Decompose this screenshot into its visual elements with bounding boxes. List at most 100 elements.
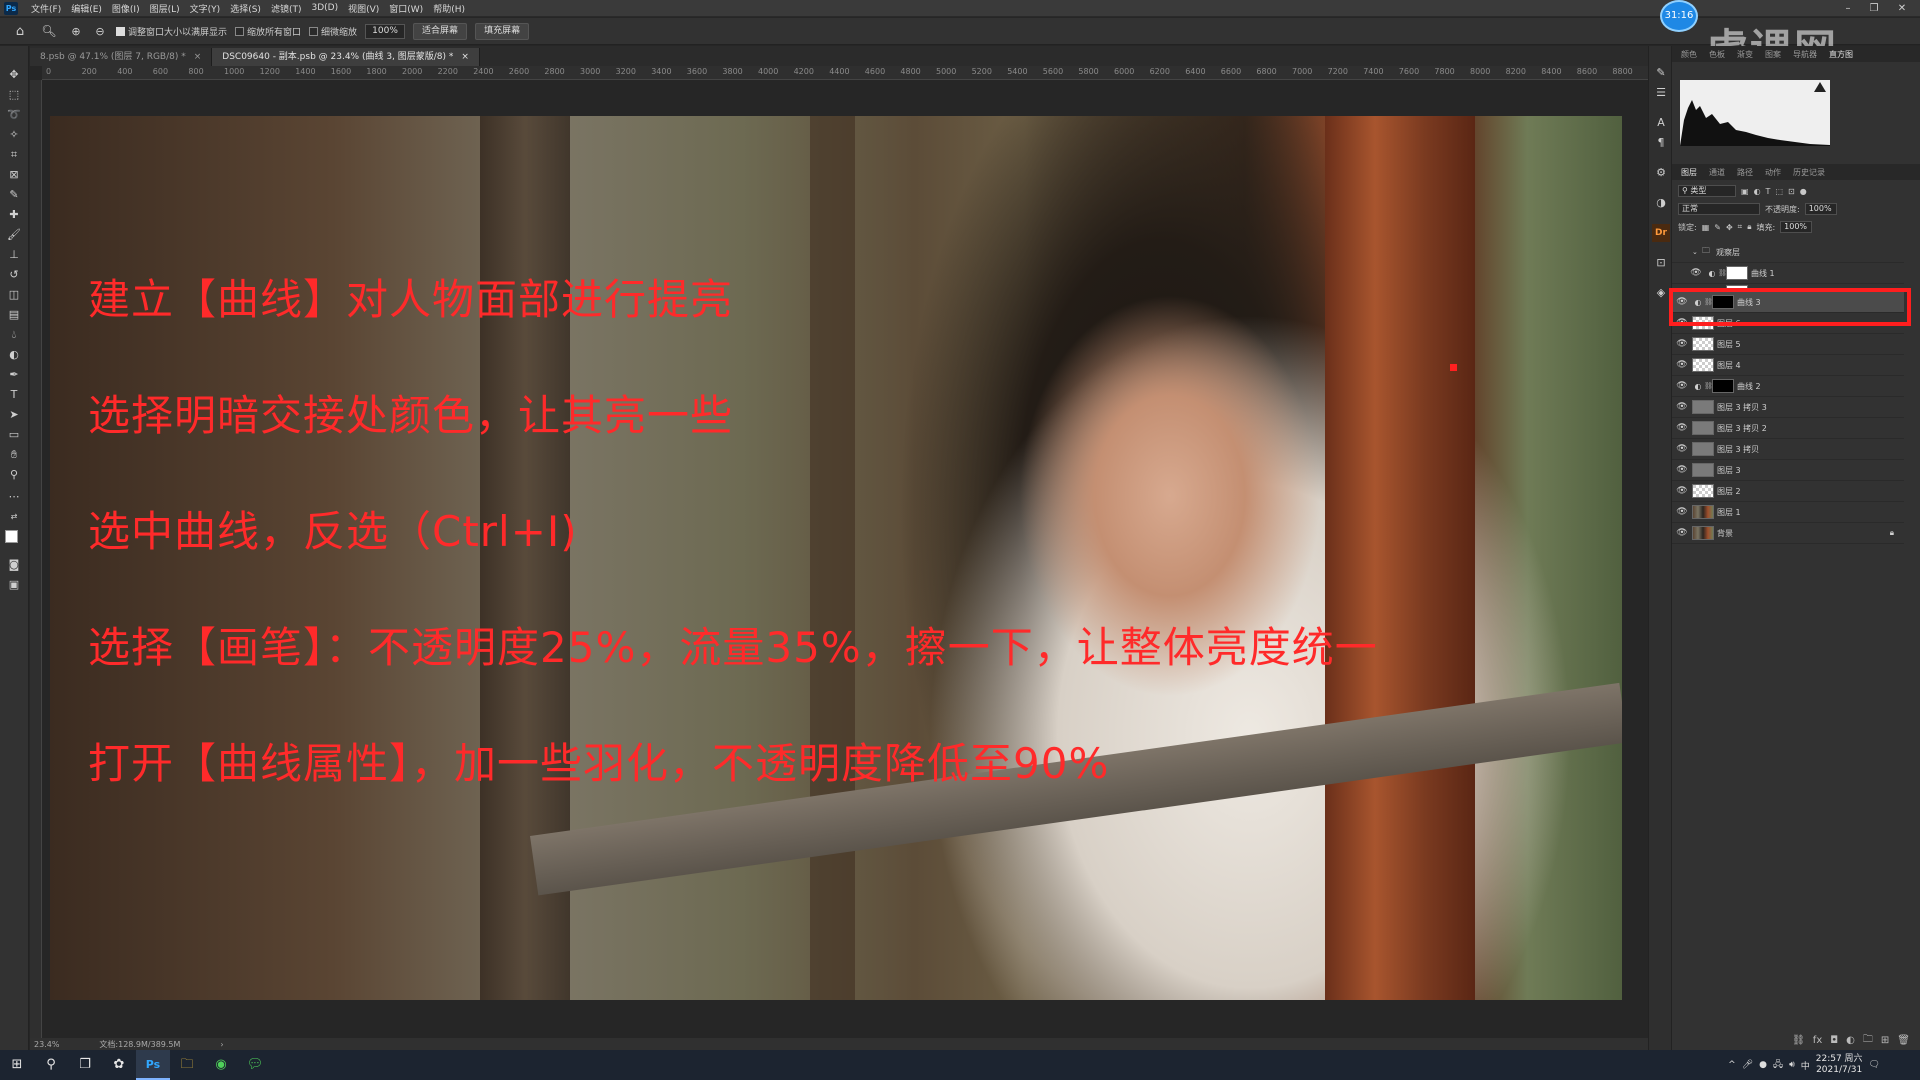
eye-icon[interactable]: 👁︎ — [1672, 507, 1692, 517]
blur-tool-icon[interactable]: 💧︎ — [4, 326, 24, 344]
close-icon[interactable]: × — [461, 48, 469, 66]
gradient-tool-icon[interactable]: ▤ — [4, 306, 24, 324]
doc-tab-1[interactable]: 8.psb @ 47.1% (图层 7, RGB/8) * × — [30, 48, 213, 66]
resize-windows-checkbox[interactable]: 调整窗口大小以满屏显示 — [116, 25, 227, 38]
close-button[interactable]: ✕ — [1890, 0, 1914, 17]
menu-layer[interactable]: 图层(L) — [145, 2, 185, 15]
layer-row[interactable]: 👁︎ 图层 1 — [1672, 502, 1904, 523]
layer-row[interactable]: 👁︎ 图层 3 拷贝 — [1672, 439, 1904, 460]
history-brush-icon[interactable]: ↺ — [4, 266, 24, 284]
layer-row[interactable]: 👁︎ 图层 3 拷贝 2 — [1672, 418, 1904, 439]
dodge-tool-icon[interactable]: ◐ — [4, 346, 24, 364]
windows-start-icon[interactable]: ⊞ — [0, 1050, 34, 1080]
screen-mode-icon[interactable]: ▣ — [4, 576, 24, 594]
lock-all-icon[interactable]: 🔒︎ — [1747, 222, 1751, 232]
filter-type-icon[interactable]: T — [1766, 187, 1771, 196]
more-tools-icon[interactable]: ⋯ — [4, 488, 24, 506]
tab-navigator[interactable]: 导航器 — [1788, 49, 1822, 60]
lock-transparent-icon[interactable]: ▦ — [1702, 223, 1710, 232]
menu-view[interactable]: 视图(V) — [343, 2, 384, 15]
eye-icon[interactable]: 👁︎ — [1672, 423, 1692, 433]
link-layers-icon[interactable]: ⛓ — [1792, 1035, 1805, 1046]
new-adjustment-icon[interactable]: ◐ — [1846, 1035, 1855, 1046]
layer-row[interactable]: 👁︎ ◐ ⛓ 曲线 1 — [1672, 263, 1904, 284]
eye-icon[interactable]: 👁︎ — [1672, 360, 1692, 370]
menu-select[interactable]: 选择(S) — [225, 2, 266, 15]
filter-adjustment-icon[interactable]: ◐ — [1754, 187, 1761, 196]
restore-button[interactable]: ❐ — [1862, 0, 1886, 17]
microphone-icon[interactable]: 🎤︎ — [1742, 1060, 1753, 1070]
type-tool-icon[interactable]: T — [4, 386, 24, 404]
healing-brush-icon[interactable]: ✚ — [4, 206, 24, 224]
tab-channels[interactable]: 通道 — [1704, 167, 1730, 178]
file-explorer-icon[interactable]: 🗀 — [170, 1050, 204, 1080]
layer-row[interactable]: 👁︎ 图层 5 — [1672, 334, 1904, 355]
new-layer-icon[interactable]: ⊞ — [1881, 1035, 1889, 1046]
zoom-all-windows-checkbox[interactable]: 缩放所有窗口 — [235, 25, 301, 38]
path-select-icon[interactable]: ➤ — [4, 406, 24, 424]
adjustments-icon[interactable]: ☰ — [1652, 84, 1670, 102]
tab-history[interactable]: 历史记录 — [1788, 167, 1830, 178]
tray-app-icon[interactable]: ● — [1759, 1060, 1767, 1070]
fill-screen-button[interactable]: 填充屏幕 — [475, 22, 530, 40]
lock-pixels-icon[interactable]: ✎ — [1714, 223, 1721, 232]
eye-icon[interactable]: 👁︎ — [1672, 465, 1692, 475]
menu-window[interactable]: 窗口(W) — [384, 2, 428, 15]
delete-layer-icon[interactable]: 🗑︎ — [1897, 1035, 1910, 1046]
character-icon[interactable]: A — [1652, 114, 1670, 132]
notification-icon[interactable]: 🗨︎ — [1869, 1060, 1880, 1070]
magic-wand-icon[interactable]: ✧ — [4, 126, 24, 144]
pen-tool-icon[interactable]: ✒ — [4, 366, 24, 384]
tab-layers[interactable]: 图层 — [1676, 167, 1702, 178]
menu-edit[interactable]: 编辑(E) — [66, 2, 107, 15]
network-icon[interactable]: 🖧 — [1773, 1057, 1783, 1073]
foreground-color-swatch[interactable] — [5, 530, 18, 543]
zoom-readout[interactable]: 23.4% — [34, 1040, 59, 1049]
libraries-icon[interactable]: ⊡ — [1652, 254, 1670, 272]
lock-position-icon[interactable]: ✥ — [1726, 223, 1733, 232]
doc-tab-2[interactable]: DSC09640 - 副本.psb @ 23.4% (曲线 3, 图层蒙版/8)… — [212, 48, 480, 66]
eyedropper-icon[interactable]: ✎ — [4, 186, 24, 204]
stamp-tool-icon[interactable]: ⊥ — [4, 246, 24, 264]
layer-filter-select[interactable]: ⚲ 类型 — [1678, 185, 1736, 197]
zoom-value-field[interactable]: 100% — [365, 23, 406, 39]
layer-row-background[interactable]: 👁︎ 背景 🔒︎ — [1672, 523, 1904, 544]
hand-tool-icon[interactable]: ✋︎ — [4, 446, 24, 464]
volume-icon[interactable]: 🔊︎ — [1789, 1060, 1795, 1070]
tab-histogram[interactable]: 直方图 — [1824, 49, 1858, 60]
brush-tool-icon[interactable]: 🖌︎ — [4, 226, 24, 244]
lasso-tool-icon[interactable]: ➰ — [4, 106, 24, 124]
menu-image[interactable]: 图像(I) — [107, 2, 145, 15]
layer-group-row[interactable]: ⌄ 🗀 观察层 — [1672, 242, 1904, 263]
home-icon[interactable]: ⌂ — [10, 24, 30, 39]
tab-swatches[interactable]: 色板 — [1704, 49, 1730, 60]
document-image[interactable]: 建立【曲线】对人物面部进行提亮 选择明暗交接处颜色，让其亮一些 选中曲线，反选（… — [50, 116, 1622, 1000]
layer-row[interactable]: 👁︎ 图层 2 — [1672, 481, 1904, 502]
menu-filter[interactable]: 滤镜(T) — [266, 2, 307, 15]
zoom-tool-icon[interactable]: 🔍︎ — [38, 24, 60, 38]
paragraph-icon[interactable]: ¶ — [1652, 134, 1670, 152]
crop-tool-icon[interactable]: ⌗ — [4, 146, 24, 164]
minimize-button[interactable]: – — [1836, 0, 1860, 17]
layer-row[interactable]: 👁︎ ◐ ⛓ 曲线 2 — [1672, 376, 1904, 397]
tray-chevron-icon[interactable]: ^ — [1728, 1060, 1736, 1070]
eye-icon[interactable]: 👁︎ — [1672, 402, 1692, 412]
swap-colors-icon[interactable]: ⇄ — [4, 508, 24, 526]
layer-row[interactable]: 👁︎ 图层 3 拷贝 3 — [1672, 397, 1904, 418]
shape-tool-icon[interactable]: ▭ — [4, 426, 24, 444]
filter-smart-icon[interactable]: ⊡ — [1788, 187, 1795, 196]
menu-type[interactable]: 文字(Y) — [185, 2, 226, 15]
zoom-out-icon[interactable]: ⊖ — [92, 25, 108, 38]
task-view-icon[interactable]: ❐ — [68, 1050, 102, 1080]
browser-icon[interactable]: ◉ — [204, 1050, 238, 1080]
eraser-tool-icon[interactable]: ◫ — [4, 286, 24, 304]
layer-comps-icon[interactable]: ◈ — [1652, 284, 1670, 302]
add-mask-icon[interactable]: ◘ — [1830, 1035, 1838, 1046]
canvas-area[interactable]: 建立【曲线】对人物面部进行提亮 选择明暗交接处颜色，让其亮一些 选中曲线，反选（… — [42, 80, 1648, 1038]
layer-style-icon[interactable]: fx — [1813, 1035, 1822, 1046]
color-icon[interactable]: ◑ — [1652, 194, 1670, 212]
close-icon[interactable]: × — [194, 48, 202, 66]
filter-toggle-icon[interactable]: ● — [1800, 187, 1807, 196]
opacity-field[interactable]: 100% — [1804, 203, 1837, 215]
status-arrow-icon[interactable]: › — [220, 1040, 223, 1049]
